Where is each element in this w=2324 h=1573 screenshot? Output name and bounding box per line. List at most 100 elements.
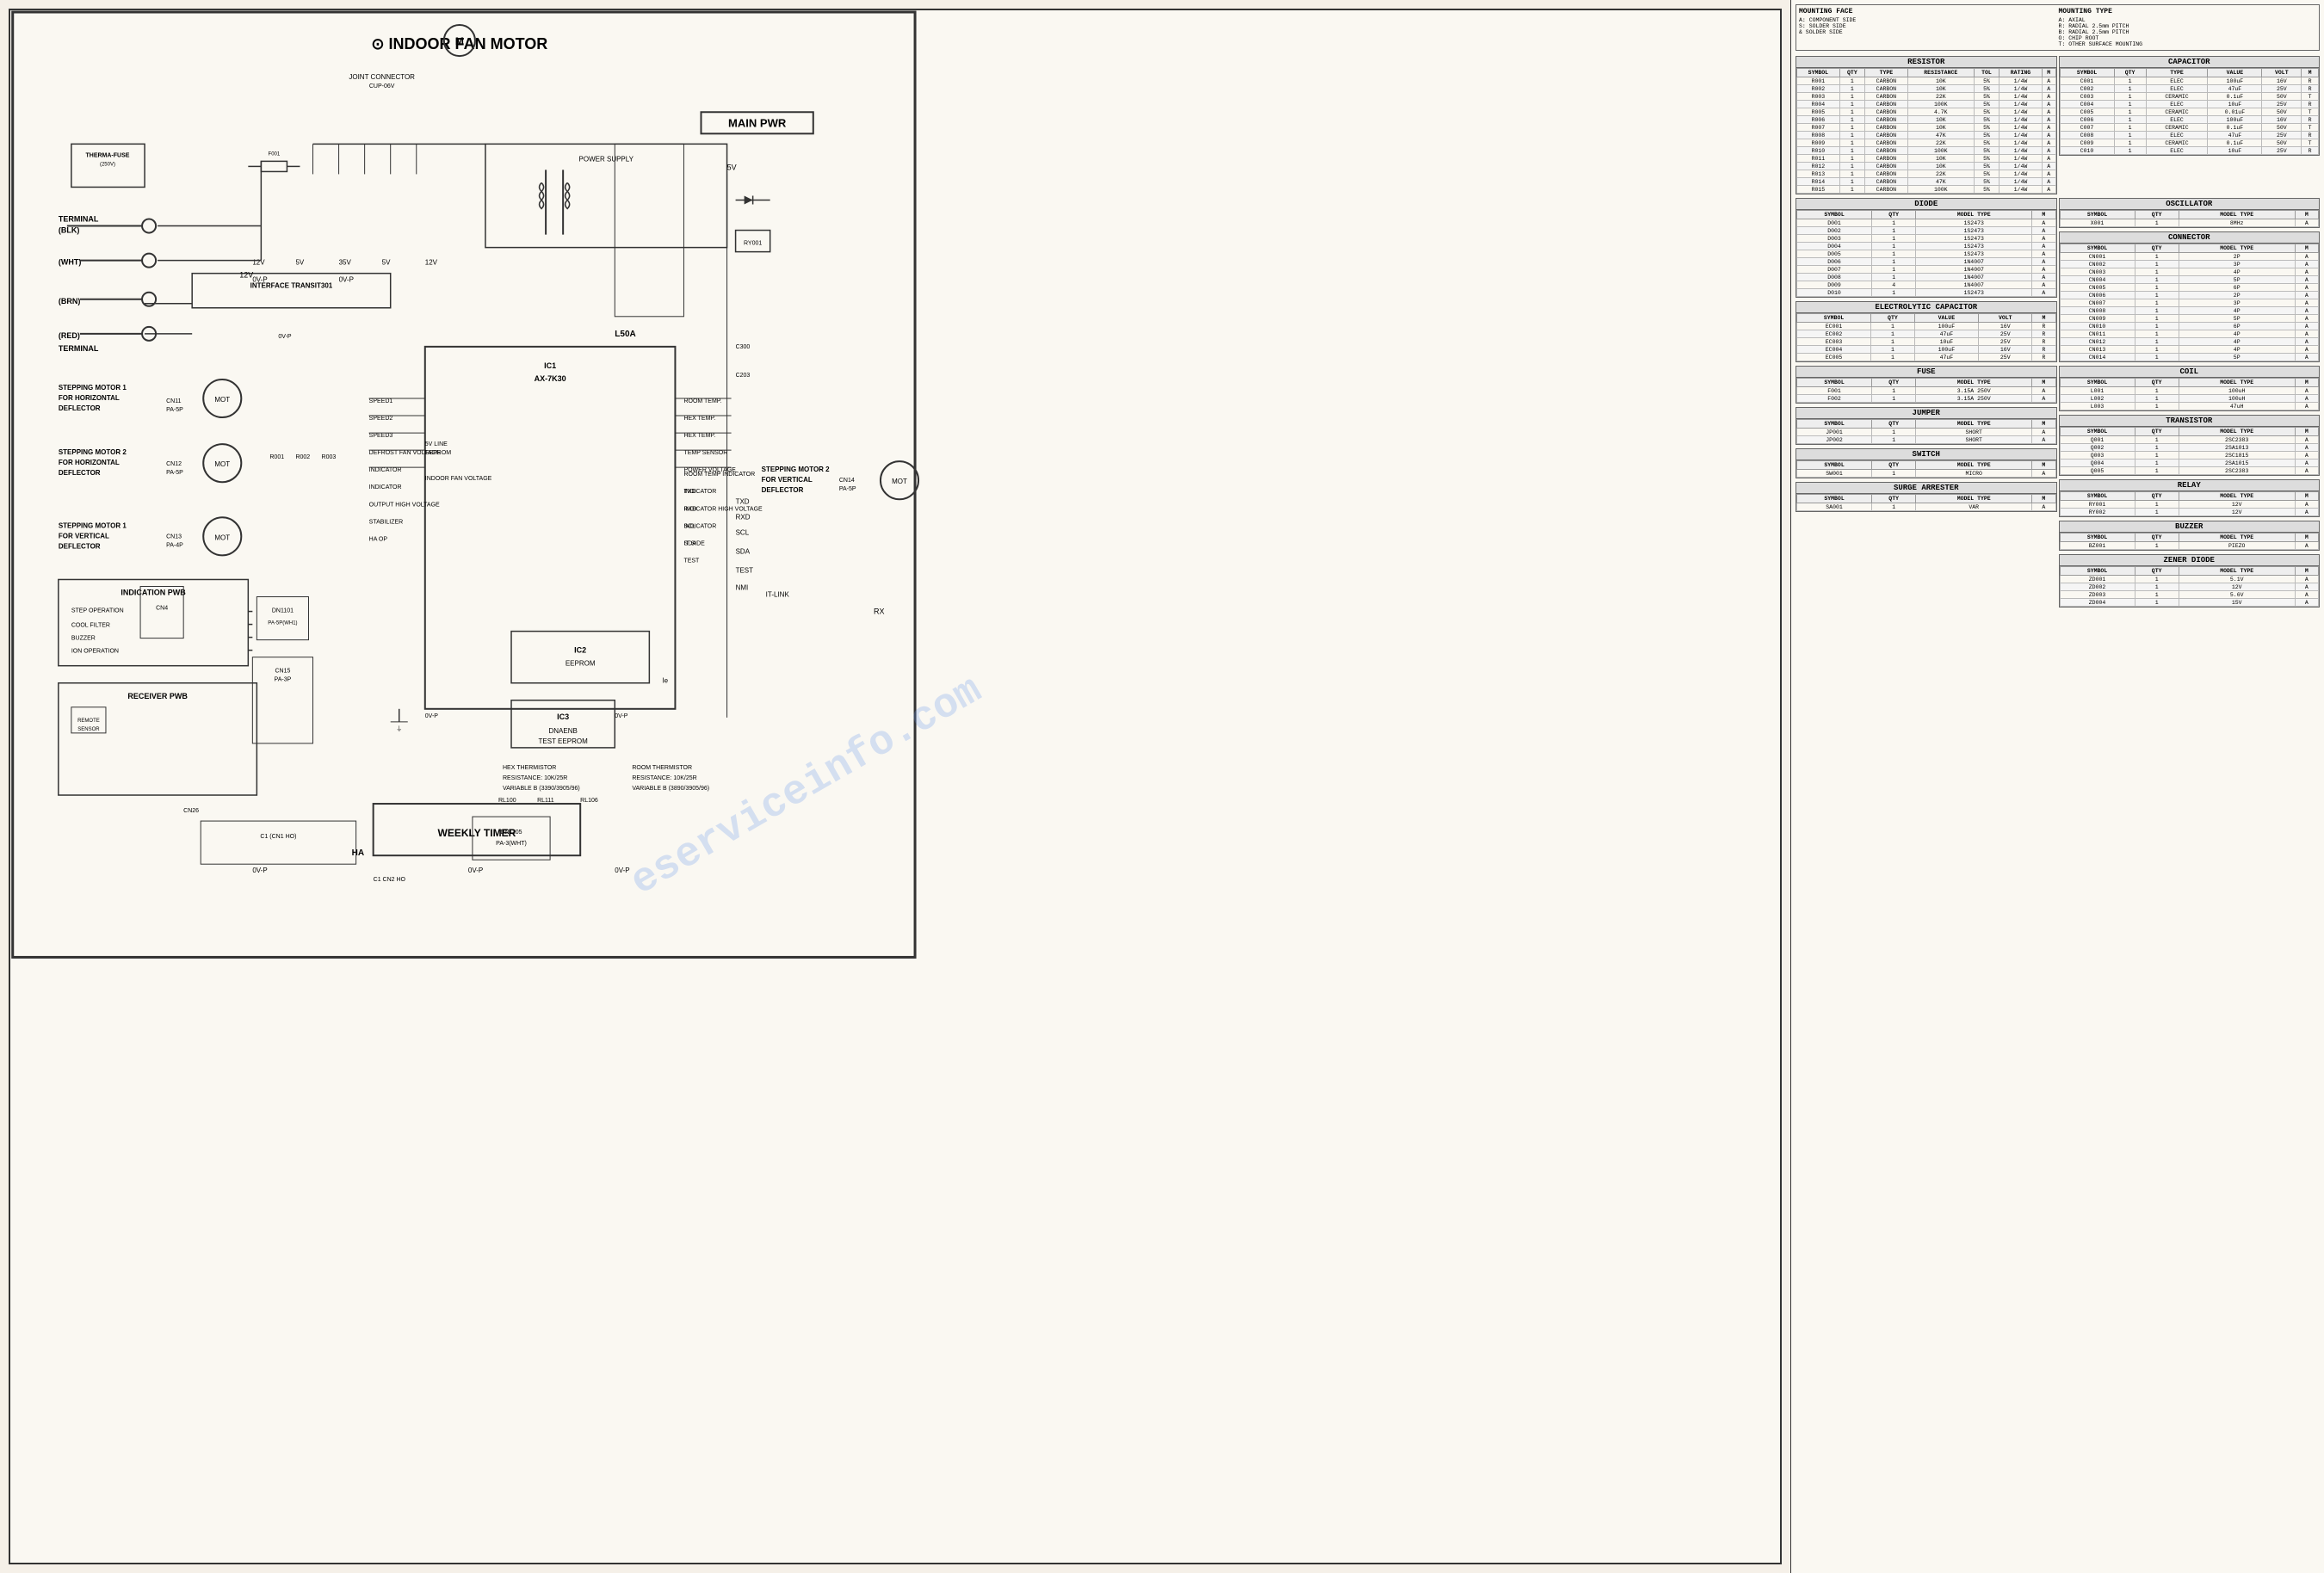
svg-text:DN1105: DN1105 xyxy=(500,830,522,836)
svg-text:M: M xyxy=(455,35,464,47)
diode-col-symbol: SYMBOL xyxy=(1797,211,1872,219)
table-row: Q00312SC1815A xyxy=(2060,452,2319,460)
diode-col-qty: QTY xyxy=(1872,211,1916,219)
fuse-col-qty: QTY xyxy=(1872,379,1916,387)
svg-text:R001: R001 xyxy=(269,454,284,460)
ry-col-qty: QTY xyxy=(2135,492,2179,501)
table-row: BZ0011PIEZOA xyxy=(2060,542,2319,550)
svg-text:TXD: TXD xyxy=(736,497,750,505)
table-row: R0041CARBON100K5%1/4WA xyxy=(1797,101,2056,108)
svg-text:IC2: IC2 xyxy=(574,646,586,655)
svg-text:CN4: CN4 xyxy=(156,606,168,612)
svg-text:SPEED1: SPEED1 xyxy=(369,398,393,404)
transistor-table: SYMBOL QTY MODEL TYPE M Q00112SC2383AQ00… xyxy=(2060,427,2320,475)
elec-cap-title: ELECTROLYTIC CAPACITOR xyxy=(1796,302,2056,313)
zener-title: ZENER DIODE xyxy=(2060,555,2320,566)
table-row: CN01016PA xyxy=(2060,323,2319,330)
svg-text:5V: 5V xyxy=(295,259,304,267)
tr-col-mounting: M xyxy=(2295,428,2318,436)
mounting-type-item-1: A: AXIAL xyxy=(2059,17,2317,23)
resistor-title: RESISTOR xyxy=(1796,57,2056,68)
svg-text:NMI: NMI xyxy=(736,583,749,591)
table-row: EC005147uF25VR xyxy=(1797,354,2056,361)
cap-col-voltage: VOLT xyxy=(2262,69,2302,77)
svg-text:RY001: RY001 xyxy=(744,241,762,247)
svg-text:PA-5P: PA-5P xyxy=(166,407,183,413)
switch-title: SWITCH xyxy=(1796,449,2056,460)
mounting-type-item-2: R: RADIAL 2.5mm PITCH xyxy=(2059,23,2317,29)
cn-col-model: MODEL TYPE xyxy=(2179,244,2295,253)
table-row: R0081CARBON47K5%1/4WA xyxy=(1797,132,2056,139)
svg-text:5V: 5V xyxy=(727,163,737,171)
svg-text:TERMINAL: TERMINAL xyxy=(59,215,99,224)
table-row: D00941N4007A xyxy=(1797,281,2056,289)
table-row: D00411S2473A xyxy=(1797,243,2056,250)
table-row: ZD004115VA xyxy=(2060,599,2319,607)
tr-col-model: MODEL TYPE xyxy=(2179,428,2295,436)
svg-text:HA: HA xyxy=(352,848,364,858)
svg-text:PA-4P: PA-4P xyxy=(166,542,183,548)
svg-text:0V-P: 0V-P xyxy=(615,713,628,719)
table-row: C0021ELEC47uF25VR xyxy=(2060,85,2319,93)
table-row: CN00213PA xyxy=(2060,261,2319,268)
mounting-type-title: MOUNTING TYPE xyxy=(2059,8,2317,15)
jp-col-qty: QTY xyxy=(1872,420,1916,429)
ec-col-voltage: VOLT xyxy=(1979,314,2032,323)
resistor-col-qty: QTY xyxy=(1839,69,1864,77)
resistor-table: SYMBOL QTY TYPE RESISTANCE TOL RATING M … xyxy=(1796,68,2056,194)
mounting-face-item-1: A: COMPONENT SIDE xyxy=(1799,17,2057,23)
svg-text:STEPPING MOTOR 2: STEPPING MOTOR 2 xyxy=(59,448,127,456)
svg-text:RESISTANCE: 10K/25R: RESISTANCE: 10K/25R xyxy=(503,775,567,781)
svg-text:FOR VERTICAL: FOR VERTICAL xyxy=(762,476,813,484)
svg-text:RL100: RL100 xyxy=(498,798,516,804)
svg-text:TEST: TEST xyxy=(683,558,700,564)
svg-text:0V-P: 0V-P xyxy=(278,334,292,340)
table-row: D00611N4007A xyxy=(1797,258,2056,266)
svg-text:RESISTANCE: 10K/25R: RESISTANCE: 10K/25R xyxy=(632,775,696,781)
svg-text:PA-3(WHT): PA-3(WHT) xyxy=(496,841,527,847)
cn-col-symbol: SYMBOL xyxy=(2060,244,2135,253)
coil-section: COIL SYMBOL QTY MODEL TYPE M L0011100uHA… xyxy=(2059,366,2321,411)
table-row: R0151CARBON100K5%1/4WA xyxy=(1797,186,2056,194)
capacitor-table-section: CAPACITOR SYMBOL QTY TYPE VALUE VOLT M xyxy=(2059,56,2321,156)
jp-col-symbol: SYMBOL xyxy=(1797,420,1872,429)
svg-text:DN1101: DN1101 xyxy=(272,608,294,614)
svg-text:SPEED3: SPEED3 xyxy=(369,433,393,439)
osc-col-qty: QTY xyxy=(2135,211,2179,219)
svg-text:IT-LINK: IT-LINK xyxy=(766,591,790,599)
svg-text:⏚: ⏚ xyxy=(396,725,402,732)
table-row: L0021100uHA xyxy=(2060,395,2319,403)
svg-text:CN11: CN11 xyxy=(166,398,181,404)
table-row: ZD002112VA xyxy=(2060,583,2319,591)
table-row: R0121CARBON10K5%1/4WA xyxy=(1797,163,2056,170)
tr-col-qty: QTY xyxy=(2135,428,2179,436)
zd-col-qty: QTY xyxy=(2135,567,2179,576)
table-row: RY002112VA xyxy=(2060,509,2319,516)
table-row: SW0011MICROA xyxy=(1797,470,2056,478)
resistor-col-mounting: M xyxy=(2042,69,2055,77)
svg-text:TEMP SENSOR: TEMP SENSOR xyxy=(683,450,727,456)
transistor-section: TRANSISTOR SYMBOL QTY MODEL TYPE M Q0011… xyxy=(2059,415,2321,476)
table-row: C0031CERAMIC0.1uF50VT xyxy=(2060,93,2319,101)
svg-text:VARIABLE B (3890/3905/96): VARIABLE B (3890/3905/96) xyxy=(632,786,709,792)
svg-text:FOR VERTICAL: FOR VERTICAL xyxy=(59,532,109,540)
table-row: C0091CERAMIC0.1uF50VT xyxy=(2060,139,2319,147)
svg-text:REMOTE: REMOTE xyxy=(77,719,100,724)
svg-text:5V: 5V xyxy=(382,259,391,267)
svg-text:INDOOR FAN VOLTAGE: INDOOR FAN VOLTAGE xyxy=(425,476,492,482)
mounting-info: MOUNTING FACE A: COMPONENT SIDE S: SOLDE… xyxy=(1796,4,2320,51)
parts-columns-2: DIODE SYMBOL QTY MODEL TYPE M D00111S247… xyxy=(1796,198,2320,611)
table-row: R0131CARBON22K5%1/4WA xyxy=(1797,170,2056,178)
fuse-col-model: MODEL TYPE xyxy=(1916,379,2032,387)
jp-col-model: MODEL TYPE xyxy=(1916,420,2032,429)
svg-text:IC3: IC3 xyxy=(557,712,569,721)
zd-col-mounting: M xyxy=(2295,567,2318,576)
table-row: X00118MHzA xyxy=(2060,219,2319,227)
table-row: Q00112SC2383A xyxy=(2060,436,2319,444)
diode-col-mounting: M xyxy=(2032,211,2055,219)
table-row: Q00412SA1015A xyxy=(2060,460,2319,467)
svg-text:STEPPING MOTOR 2: STEPPING MOTOR 2 xyxy=(762,466,831,473)
mounting-face-item-2: S: SOLDER SIDE xyxy=(1799,23,2057,29)
svg-text:OUTPUT HIGH VOLTAGE: OUTPUT HIGH VOLTAGE xyxy=(369,502,440,508)
table-row: R0071CARBON10K5%1/4WA xyxy=(1797,124,2056,132)
